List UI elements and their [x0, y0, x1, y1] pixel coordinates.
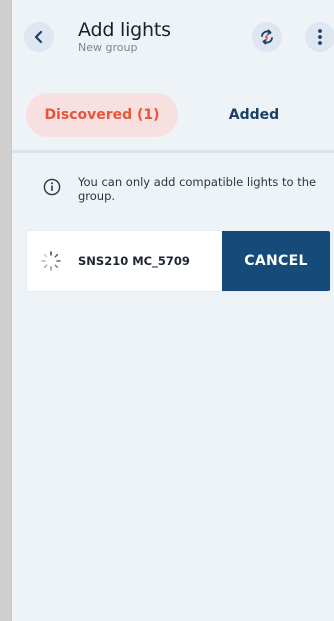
tab-added[interactable]: Added: [202, 93, 306, 137]
cancel-button[interactable]: CANCEL: [222, 231, 330, 291]
info-message: You can only add compatible lights to th…: [78, 175, 317, 203]
more-options-button[interactable]: [305, 22, 334, 52]
screen-frame: Add lights New group Discovered (1) Adde…: [0, 0, 334, 621]
header: Add lights New group: [12, 0, 334, 76]
chevron-left-icon: [34, 30, 43, 44]
tabs-divider: [12, 150, 334, 153]
loading-spinner-icon: [41, 251, 61, 271]
tab-discovered[interactable]: Discovered (1): [26, 93, 178, 137]
device-card: SNS210 MC_5709 CANCEL: [27, 231, 330, 291]
page-subtitle: New group: [78, 41, 138, 54]
page-title: Add lights: [78, 19, 171, 41]
back-button[interactable]: [24, 22, 54, 52]
device-name: SNS210 MC_5709: [78, 254, 190, 268]
sync-icon: [261, 29, 273, 45]
add-lights-panel: Add lights New group Discovered (1) Adde…: [11, 0, 334, 621]
more-vertical-icon: [318, 29, 322, 45]
info-icon: [43, 178, 61, 196]
sync-button[interactable]: [252, 22, 282, 52]
